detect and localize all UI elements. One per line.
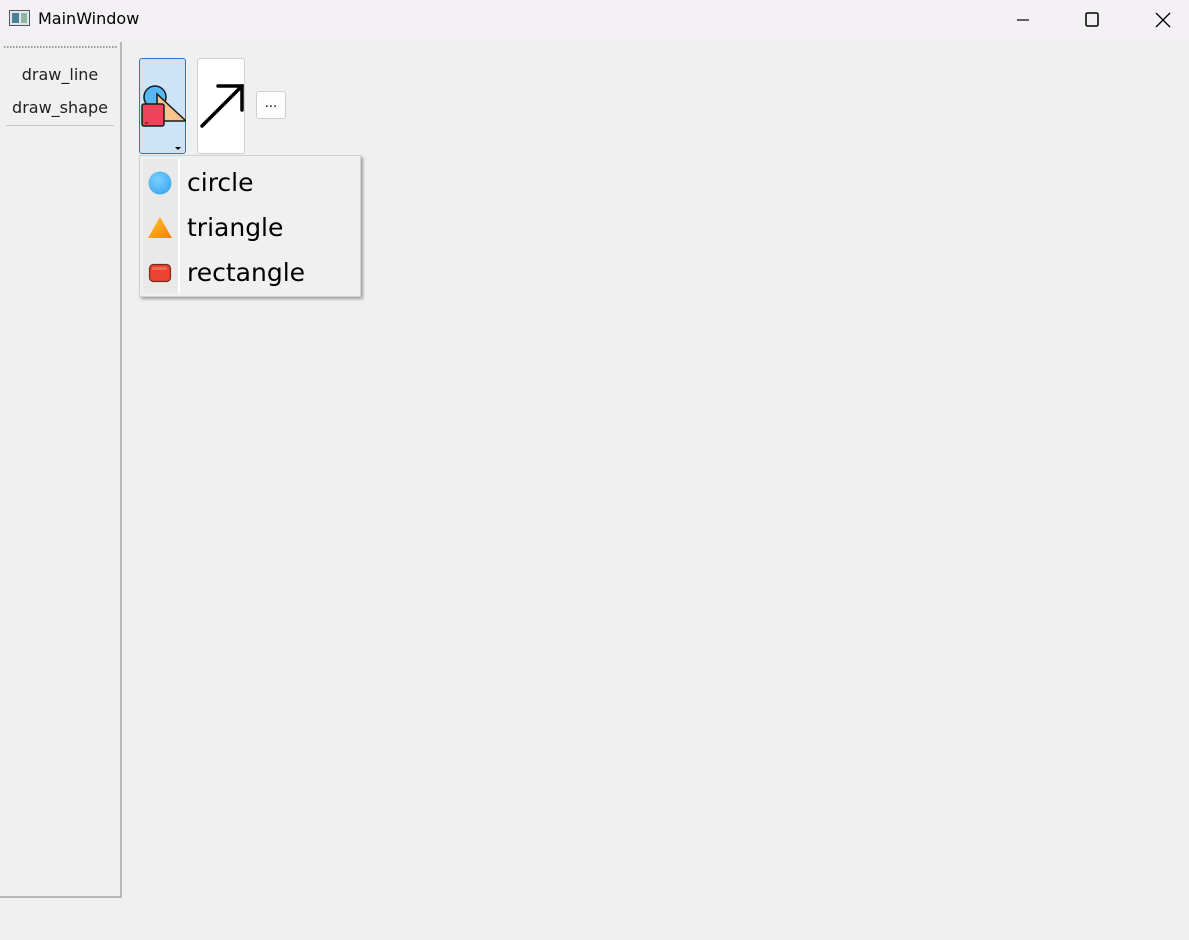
arrow-tool-button[interactable] <box>197 58 245 154</box>
maximize-button[interactable] <box>1069 0 1115 40</box>
menu-item-rectangle[interactable]: rectangle <box>143 251 357 295</box>
left-dock-panel: draw_line draw_shape <box>0 42 122 898</box>
shape-tool-button[interactable] <box>139 58 186 154</box>
close-icon <box>1155 12 1171 28</box>
shapes-icon <box>141 85 186 127</box>
minimize-icon <box>1017 19 1029 21</box>
maximize-icon <box>1085 12 1099 27</box>
circle-icon <box>148 171 172 195</box>
menu-item-circle[interactable]: circle <box>143 161 357 205</box>
toolbar-overflow-button[interactable]: ... <box>256 91 286 119</box>
menu-item-label: rectangle <box>187 258 306 287</box>
menu-item-triangle[interactable]: triangle <box>143 206 357 250</box>
app-window-icon <box>9 10 30 26</box>
arrow-up-right-icon <box>200 84 244 128</box>
menu-item-label: circle <box>187 168 254 197</box>
window-title: MainWindow <box>38 9 140 28</box>
dropdown-arrow-icon[interactable] <box>175 147 181 150</box>
minimize-button[interactable] <box>1000 0 1046 40</box>
triangle-icon <box>148 217 172 238</box>
shape-dropdown-menu: circle triangle rectangle <box>139 155 361 297</box>
title-bar: MainWindow <box>0 0 1189 40</box>
close-button[interactable] <box>1140 0 1186 40</box>
dock-grip-handle[interactable] <box>4 46 118 48</box>
dock-item-draw-shape[interactable]: draw_shape <box>0 94 120 122</box>
dock-separator <box>6 125 114 126</box>
main-window: MainWindow draw_line draw_shape ... circ… <box>0 0 1189 940</box>
menu-item-label: triangle <box>187 213 284 242</box>
dock-item-draw-line[interactable]: draw_line <box>0 61 120 89</box>
rectangle-icon <box>148 263 172 283</box>
